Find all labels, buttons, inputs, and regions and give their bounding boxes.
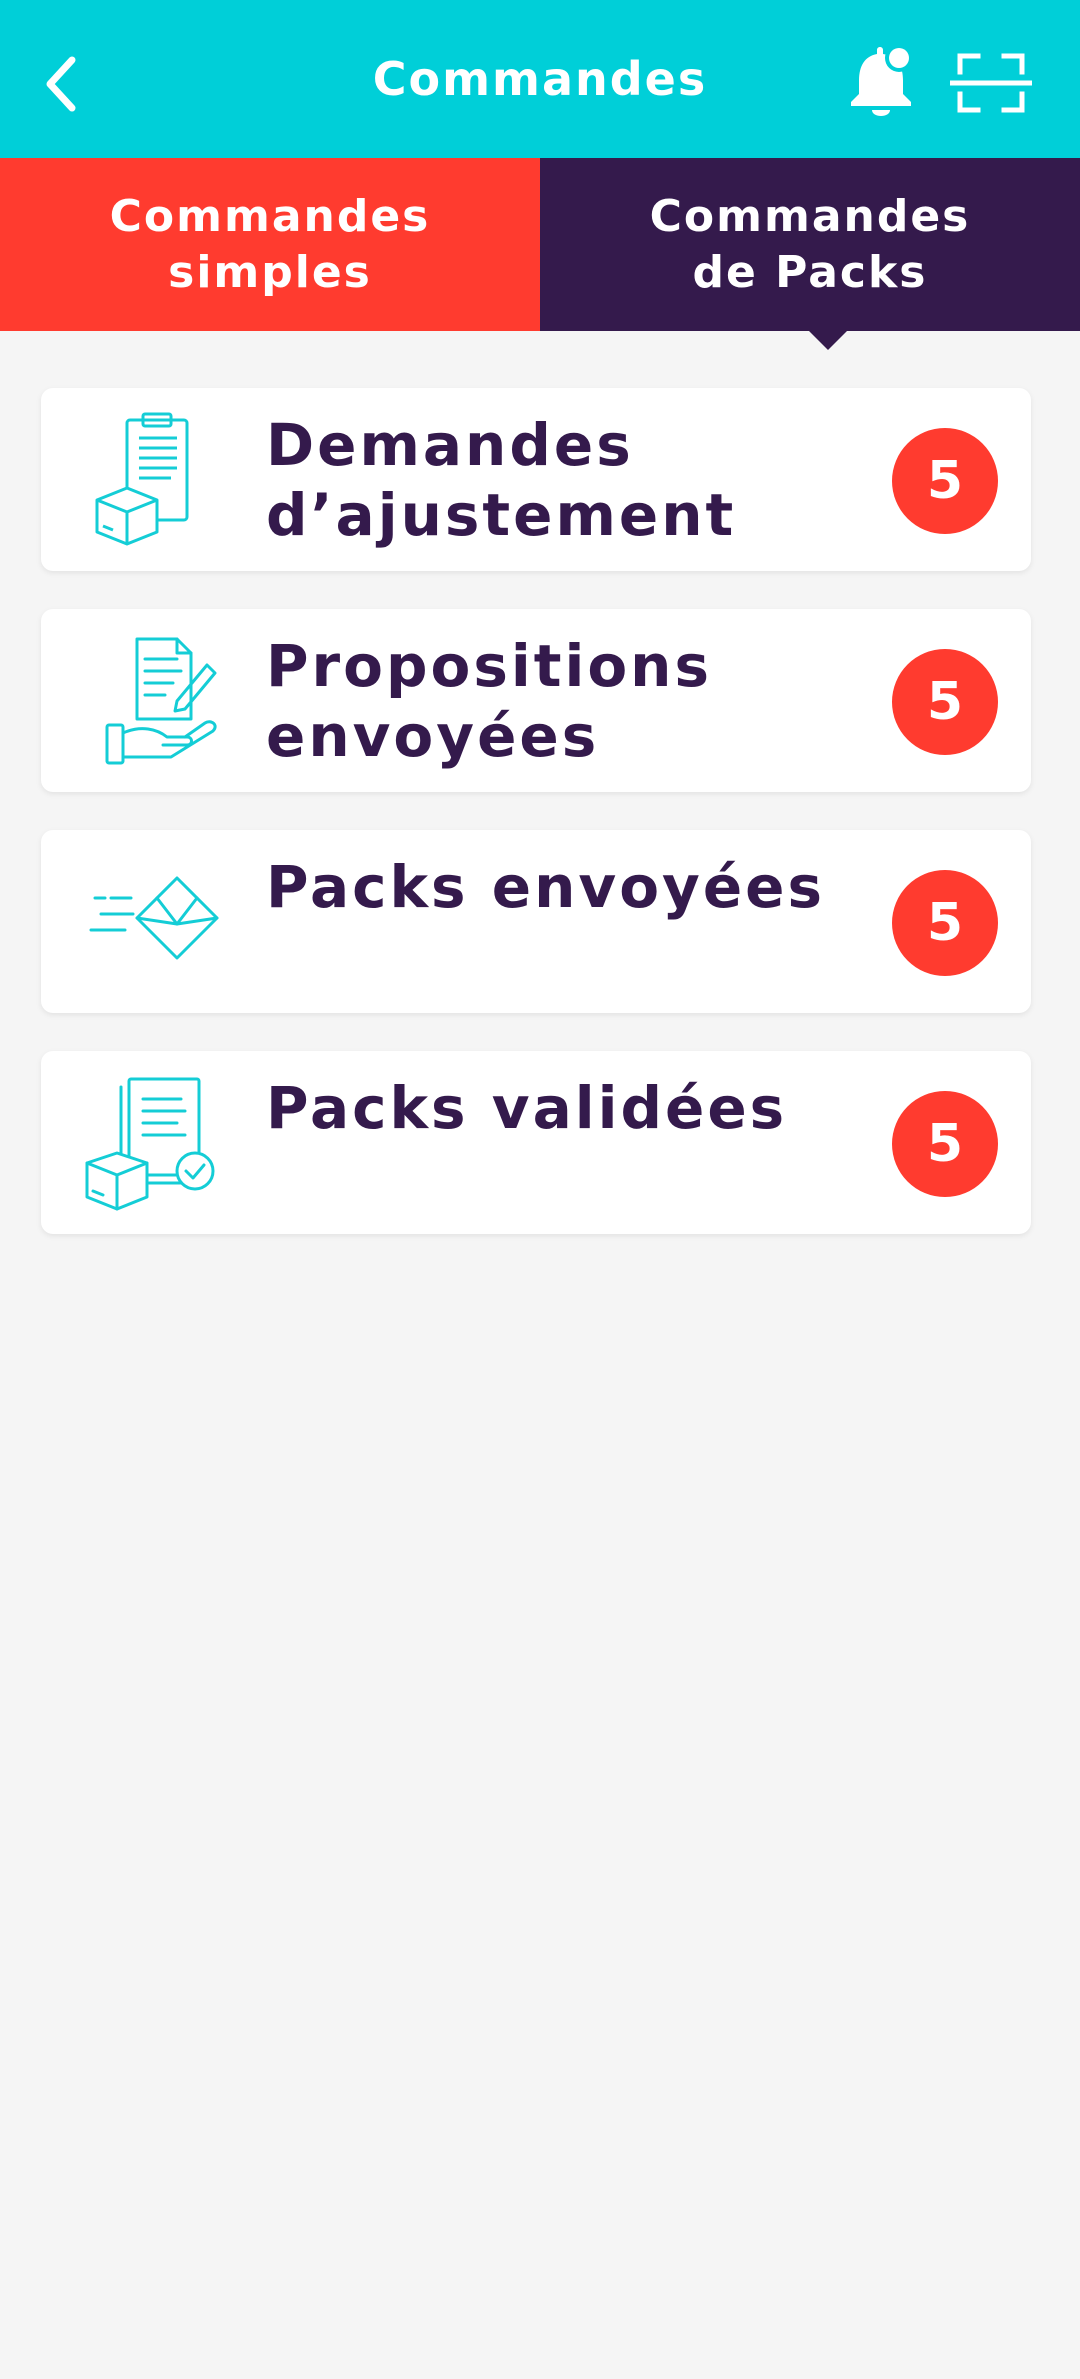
envelope-icon [89,876,219,960]
count-badge: 5 [892,649,998,755]
document-box-check-icon [85,1077,215,1211]
count-badge: 5 [892,428,998,534]
active-tab-indicator [808,330,848,350]
count-badge: 5 [892,1091,998,1197]
pack-orders-list: Demandes d’ajustement 5 Propositions env… [41,388,1031,1272]
clipboard-box-icon [95,412,189,546]
tab-commandes-simples[interactable]: Commandes simples [0,158,540,331]
item-label: Packs envoyées [266,853,826,921]
list-item-demandes-ajustement[interactable]: Demandes d’ajustement 5 [41,388,1031,571]
tab-bar: Commandes simples Commandes de Packs [0,158,1080,350]
list-item-packs-envoyees[interactable]: Packs envoyées 5 [41,830,1031,1013]
list-item-propositions-envoyees[interactable]: Propositions envoyées 5 [41,609,1031,792]
item-label: Demandes d’ajustement [266,411,737,549]
count-badge: 5 [892,870,998,976]
item-label: Propositions envoyées [266,632,712,770]
bell-icon[interactable] [845,42,925,122]
hand-document-icon [105,637,217,765]
item-label: Packs validées [266,1074,788,1142]
app-header: Commandes [0,0,1080,158]
tab-commandes-de-packs[interactable]: Commandes de Packs [540,158,1080,350]
list-item-packs-validees[interactable]: Packs validées 5 [41,1051,1031,1234]
tab-label: Commandes simples [109,190,431,298]
tab-label: Commandes de Packs [649,190,971,298]
scan-icon[interactable] [950,50,1032,116]
